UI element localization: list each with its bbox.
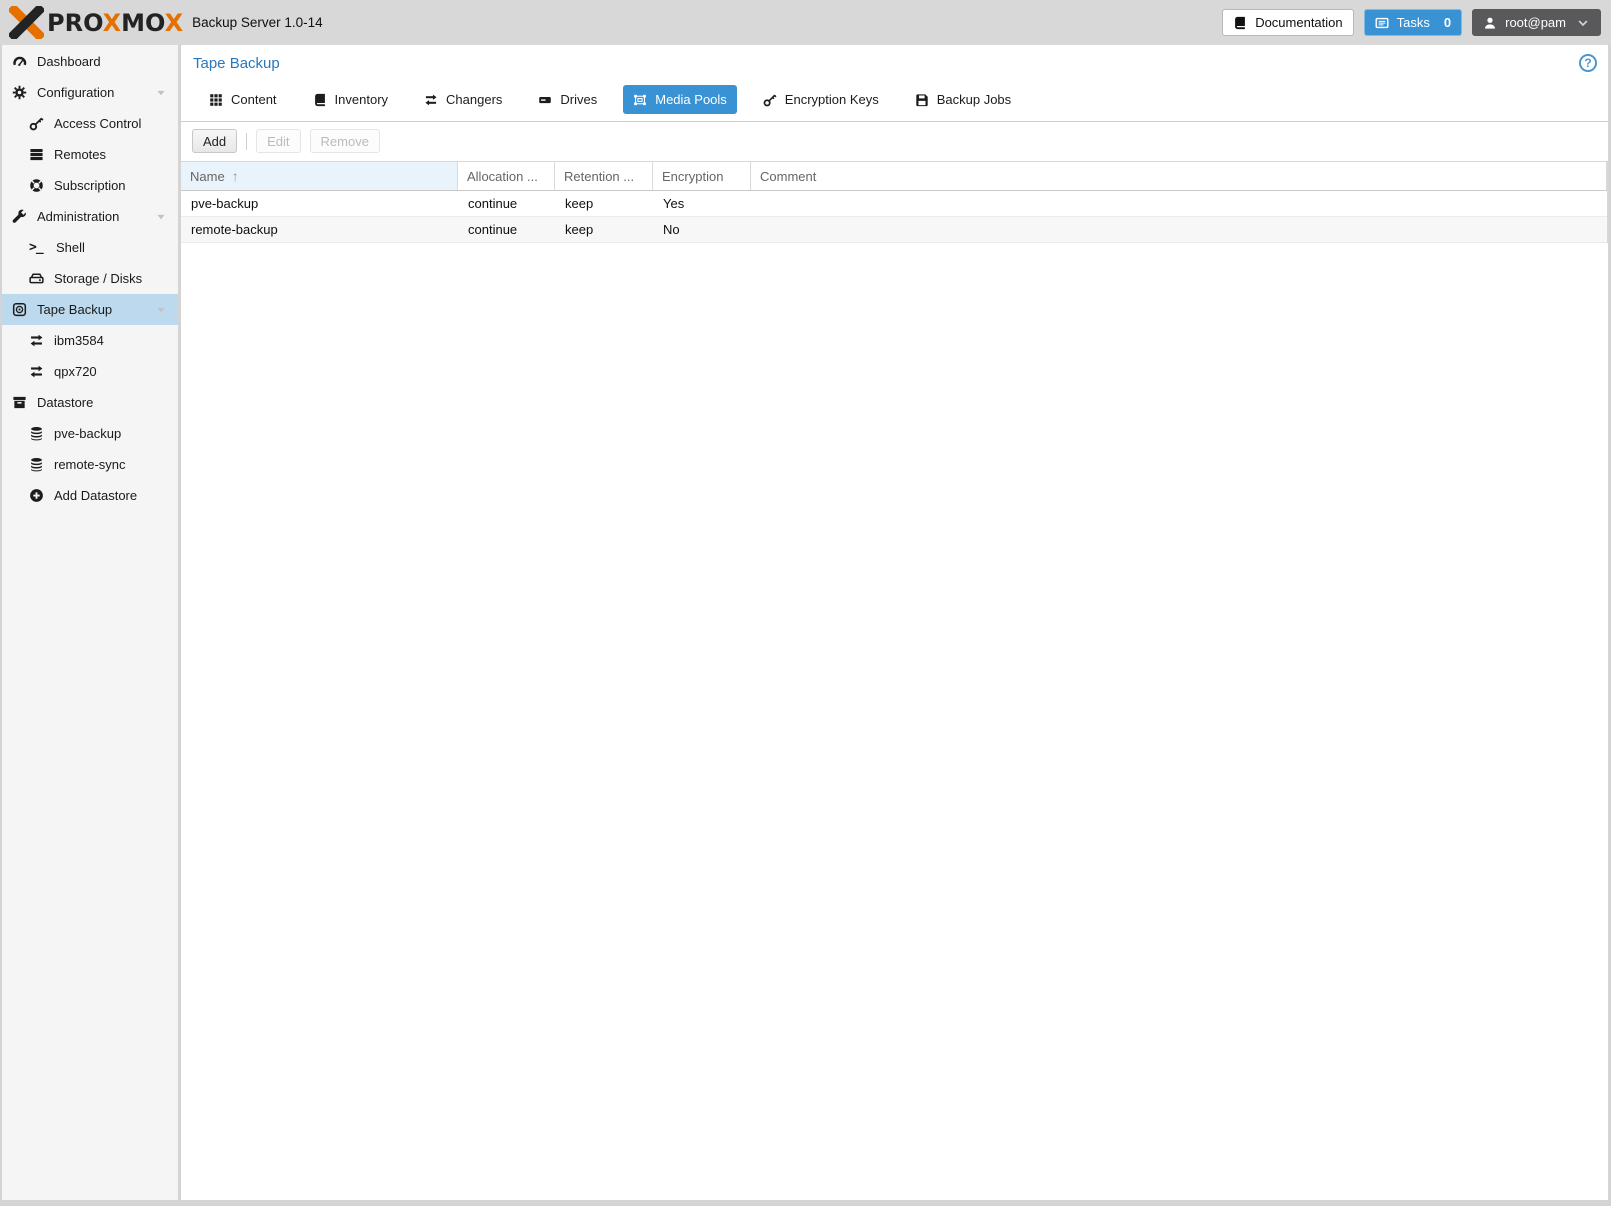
column-header-name[interactable]: Name ↑ bbox=[181, 162, 458, 190]
cell-retention: keep bbox=[555, 191, 653, 216]
cell-name: remote-backup bbox=[181, 217, 458, 242]
app-window: PROXMOX Backup Server 1.0-14 Documentati… bbox=[0, 0, 1611, 1206]
sidebar-item-qpx720[interactable]: qpx720 bbox=[2, 356, 178, 387]
life-ring-icon bbox=[29, 178, 44, 193]
tab-drives[interactable]: Drives bbox=[528, 85, 607, 114]
sidebar-item-remotes[interactable]: Remotes bbox=[2, 139, 178, 170]
toolbar-separator bbox=[246, 133, 247, 150]
cell-allocation: continue bbox=[458, 217, 555, 242]
exchange-arrows-icon bbox=[29, 333, 44, 348]
column-header-encryption[interactable]: Encryption bbox=[653, 162, 751, 190]
cell-comment bbox=[751, 217, 1607, 242]
media-pools-table: Name ↑ Allocation ... Retention ... Encr… bbox=[181, 161, 1608, 243]
proxmox-logo[interactable]: PROXMOX bbox=[9, 6, 183, 39]
tasks-button[interactable]: Tasks 0 bbox=[1364, 9, 1462, 36]
plus-circle-icon bbox=[29, 488, 44, 503]
tab-encryption-keys[interactable]: Encryption Keys bbox=[753, 85, 889, 114]
caret-down-icon[interactable] bbox=[155, 87, 167, 99]
sidebar-item-configuration[interactable]: Configuration bbox=[2, 77, 178, 108]
proxmox-x-icon bbox=[9, 6, 44, 39]
tab-content[interactable]: Content bbox=[199, 85, 287, 114]
hdd-icon bbox=[29, 271, 44, 286]
cell-allocation: continue bbox=[458, 191, 555, 216]
tab-backup-jobs[interactable]: Backup Jobs bbox=[905, 85, 1021, 114]
cell-encryption: Yes bbox=[653, 191, 751, 216]
user-icon bbox=[1483, 16, 1497, 30]
key-icon bbox=[763, 93, 777, 107]
tasks-list-icon bbox=[1375, 16, 1389, 30]
exchange-arrows-icon bbox=[29, 364, 44, 379]
tab-bar: Content Inventory Changers Drives Media … bbox=[181, 72, 1608, 122]
save-icon bbox=[915, 93, 929, 107]
page-title: Tape Backup bbox=[181, 45, 1608, 72]
book-icon bbox=[313, 93, 327, 107]
cell-encryption: No bbox=[653, 217, 751, 242]
drive-icon bbox=[538, 93, 552, 107]
caret-down-icon[interactable] bbox=[155, 304, 167, 316]
proxmox-logo-text: PROXMOX bbox=[47, 11, 183, 35]
exchange-arrows-icon bbox=[424, 93, 438, 107]
sidebar-item-storage-disks[interactable]: Storage / Disks bbox=[2, 263, 178, 294]
sidebar-item-pve-backup[interactable]: pve-backup bbox=[2, 418, 178, 449]
top-header-bar: PROXMOX Backup Server 1.0-14 Documentati… bbox=[0, 0, 1611, 45]
remove-button[interactable]: Remove bbox=[310, 129, 380, 153]
sidebar-item-datastore[interactable]: Datastore bbox=[2, 387, 178, 418]
tab-media-pools[interactable]: Media Pools bbox=[623, 85, 737, 114]
grid-toolbar: Add Edit Remove bbox=[181, 122, 1608, 161]
table-row[interactable]: remote-backup continue keep No bbox=[181, 217, 1607, 243]
sort-ascending-icon: ↑ bbox=[232, 168, 239, 184]
book-icon bbox=[1233, 16, 1247, 30]
edit-button[interactable]: Edit bbox=[256, 129, 300, 153]
sidebar-item-ibm3584[interactable]: ibm3584 bbox=[2, 325, 178, 356]
key-icon bbox=[29, 116, 44, 131]
topbar-actions: Documentation Tasks 0 root@pam bbox=[1222, 9, 1601, 36]
sidebar-item-subscription[interactable]: Subscription bbox=[2, 170, 178, 201]
sidebar-item-shell[interactable]: >_ Shell bbox=[2, 232, 178, 263]
gauge-icon bbox=[12, 54, 27, 69]
content-panel: Tape Backup ? Content Inventory Changers bbox=[181, 45, 1608, 1200]
sidebar-item-access-control[interactable]: Access Control bbox=[2, 108, 178, 139]
object-group-icon bbox=[633, 93, 647, 107]
column-header-allocation[interactable]: Allocation ... bbox=[458, 162, 555, 190]
database-icon bbox=[29, 457, 44, 472]
cell-name: pve-backup bbox=[181, 191, 458, 216]
tab-inventory[interactable]: Inventory bbox=[303, 85, 398, 114]
terminal-icon: >_ bbox=[29, 240, 46, 255]
sidebar-item-tape-backup[interactable]: Tape Backup bbox=[2, 294, 178, 325]
sidebar-item-dashboard[interactable]: Dashboard bbox=[2, 46, 178, 77]
product-version-label: Backup Server 1.0-14 bbox=[192, 15, 323, 30]
add-button[interactable]: Add bbox=[192, 129, 237, 153]
cell-comment bbox=[751, 191, 1607, 216]
column-header-retention[interactable]: Retention ... bbox=[555, 162, 653, 190]
gears-icon bbox=[12, 85, 27, 100]
wrench-icon bbox=[12, 209, 27, 224]
tape-icon bbox=[12, 302, 27, 317]
user-menu-button[interactable]: root@pam bbox=[1472, 9, 1601, 36]
server-icon bbox=[29, 147, 44, 162]
tasks-count-badge: 0 bbox=[1444, 15, 1451, 30]
help-icon[interactable]: ? bbox=[1579, 54, 1597, 72]
chevron-down-icon bbox=[1576, 16, 1590, 30]
sidebar-item-administration[interactable]: Administration bbox=[2, 201, 178, 232]
sidebar-item-remote-sync[interactable]: remote-sync bbox=[2, 449, 178, 480]
table-row[interactable]: pve-backup continue keep Yes bbox=[181, 191, 1607, 217]
caret-down-icon[interactable] bbox=[155, 211, 167, 223]
sidebar-item-add-datastore[interactable]: Add Datastore bbox=[2, 480, 178, 511]
table-header-row: Name ↑ Allocation ... Retention ... Encr… bbox=[181, 162, 1607, 191]
cell-retention: keep bbox=[555, 217, 653, 242]
sidebar-nav: Dashboard Configuration Access Control R… bbox=[2, 45, 178, 1200]
grid-icon bbox=[209, 93, 223, 107]
database-icon bbox=[29, 426, 44, 441]
tab-changers[interactable]: Changers bbox=[414, 85, 512, 114]
column-header-comment[interactable]: Comment bbox=[751, 162, 1607, 190]
documentation-button[interactable]: Documentation bbox=[1222, 9, 1353, 36]
archive-box-icon bbox=[12, 395, 27, 410]
